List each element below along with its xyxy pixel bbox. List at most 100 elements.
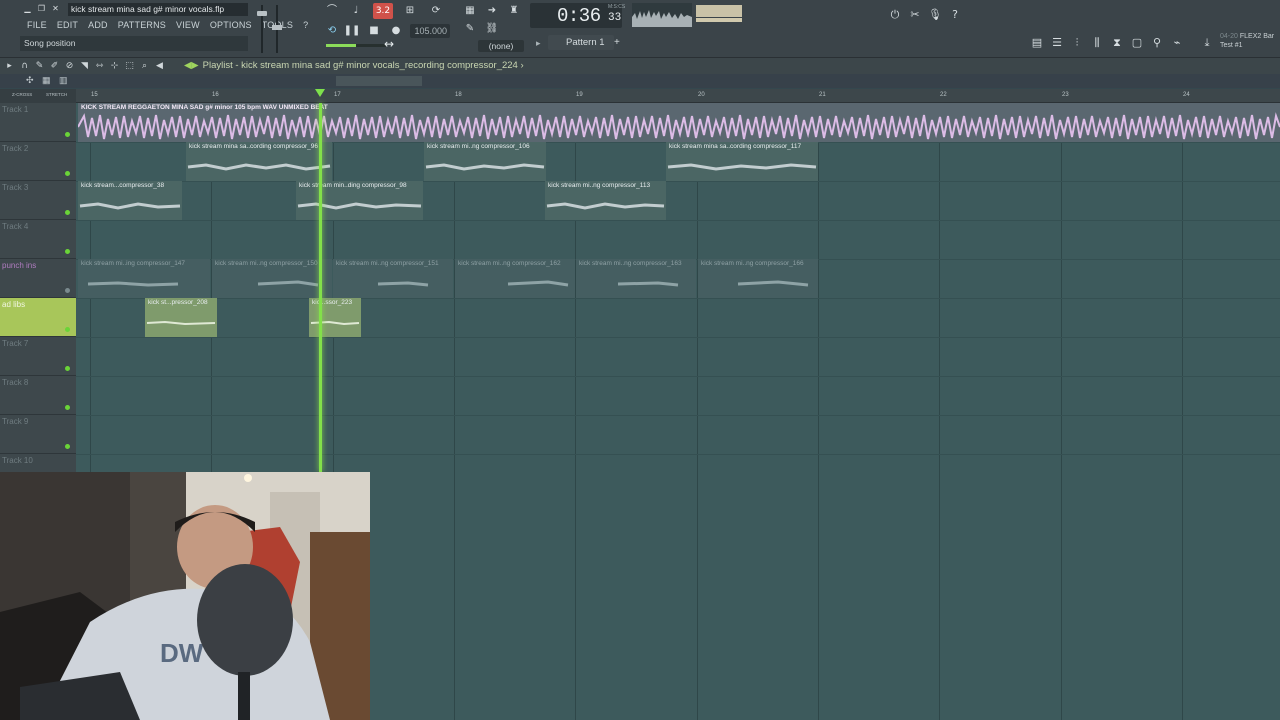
news-panel[interactable]: 04-20 FLEX2 Bar Test #1 [1220,32,1280,54]
menu-patterns[interactable]: PATTERNS [113,18,171,32]
song-position-marker[interactable] [315,89,325,97]
track-header-ad-libs[interactable]: ad libs [0,298,76,337]
step-next-icon[interactable]: ➜ [482,3,502,19]
typing-keyboard-icon[interactable]: ⌒ [322,3,342,19]
track-enable-led[interactable] [65,327,70,332]
menu-add[interactable]: ADD [83,18,113,32]
timeline-ruler[interactable]: 15 16 17 18 19 20 21 22 23 24 [76,89,1280,103]
clip-label: kick stream...compressor_38 [81,182,165,189]
snap-select[interactable]: (none) [478,40,524,52]
mixer-icon[interactable]: ⫼ [1088,34,1106,51]
slip-tool-icon[interactable]: ⇿ [94,60,105,72]
pause-icon[interactable]: ❚❚ [342,23,362,39]
playback-tool-icon[interactable]: ◀ [154,60,165,72]
track-header-9[interactable]: Track 9 [0,415,76,454]
blend-notes-icon[interactable]: ⊞ [400,3,420,19]
select-tool-icon[interactable]: ⬚ [124,60,135,72]
zoom-tool-icon[interactable]: ⌕ [139,60,150,72]
track-enable-led[interactable] [65,249,70,254]
track-header-2[interactable]: Track 2 [0,142,76,181]
track-enable-led[interactable] [65,210,70,215]
link-icon[interactable]: ⛓ [482,21,502,37]
online-icon[interactable]: ⏻ [886,6,904,23]
minimize-icon[interactable]: ▁ [22,4,33,14]
draw-tool-icon[interactable]: ✎ [34,60,45,72]
paint-tool-icon[interactable]: ✐ [49,60,60,72]
snap-magnet-icon[interactable]: ∩ [19,60,30,72]
microphone-icon[interactable]: 🎙 [926,6,944,23]
loop-record-icon[interactable]: ⟳ [426,3,446,19]
track-header-punch-ins[interactable]: punch ins [0,259,76,298]
track-enable-led[interactable] [65,444,70,449]
menu-options[interactable]: OPTIONS [205,18,257,32]
playlist-window-icon[interactable]: ▤ [1028,34,1046,51]
track-header-1[interactable]: Track 1 [0,103,76,142]
pattern-add-icon[interactable]: + [614,35,624,50]
track-header-3[interactable]: Track 3 [0,181,76,220]
menu-arrow-icon[interactable]: ▸ [4,60,15,72]
menu-view[interactable]: VIEW [171,18,205,32]
delete-tool-icon[interactable]: ⊘ [64,60,75,72]
clip-track2-vocal[interactable]: kick stream mi..ng compressor_106 [424,142,546,181]
main-pitch-bar[interactable] [326,44,386,47]
track-enable-led[interactable] [65,288,70,293]
tools-icon[interactable]: ✂ [906,6,924,23]
news-line1: FLEX2 Bar [1239,33,1275,40]
stretch-label[interactable]: STRETCH [46,92,67,97]
channel-rack-icon[interactable]: ☰ [1048,34,1066,51]
z-cross-label[interactable]: Z-CROSS [12,92,32,97]
clip-track2-vocal[interactable]: kick stream mina sa..cording compressor_… [186,142,332,181]
master-volume-slider[interactable] [256,5,268,53]
view-mode-icons[interactable]: ✣ ▦ ▥ [26,75,71,86]
track-header-8[interactable]: Track 8 [0,376,76,415]
track-enable-led[interactable] [65,405,70,410]
browser-icon[interactable]: ▢ [1128,34,1146,51]
menu-file[interactable]: FILE [22,18,52,32]
track-enable-led[interactable] [65,366,70,371]
clip-ad-lib[interactable]: kic...ssor_223 [309,298,361,337]
countdown-button[interactable]: 3.2 [373,3,393,19]
track-header-4[interactable]: Track 4 [0,220,76,259]
stop-icon[interactable]: ■ [364,23,384,39]
clip-track2-vocal[interactable]: kick stream mina sa..cording compressor_… [666,142,818,181]
piano-roll-window-icon[interactable]: ⫶ [1068,34,1086,51]
playhead[interactable] [319,103,322,472]
track-enable-led[interactable] [65,132,70,137]
pencil-icon[interactable]: ✎ [460,21,480,37]
clip-main-beat[interactable]: KICK STREAM REGGAETON MINA SAD g# minor … [78,103,1280,142]
clip-track3-vocal[interactable]: kick stream mi..ng compressor_113 [545,181,666,220]
track-name: Track 2 [2,144,29,153]
mixer-faders-icon[interactable]: ⧗ [1108,34,1126,51]
help-icon[interactable]: ? [946,6,964,23]
close-icon[interactable]: ✕ [50,4,61,14]
restore-icon[interactable]: ❐ [36,4,47,14]
memory-meter [696,18,742,22]
master-pitch-slider[interactable] [272,5,282,53]
plugin-database-icon[interactable]: ⚲ [1148,34,1166,51]
tempo-field[interactable]: 105.000 [410,24,450,38]
clip-track3-vocal[interactable]: kick stream min..ding compressor_98 [296,181,423,220]
horizontal-scroll-thumb[interactable] [336,76,422,86]
slice-tool-icon[interactable]: ⊹ [109,60,120,72]
oscilloscope-monitor [632,3,692,27]
track-name: Track 7 [2,339,29,348]
clip-ad-lib[interactable]: kick st...pressor_208 [145,298,217,337]
metronome-icon[interactable]: ♩ [346,3,366,19]
playlist-tools: ▸ ∩ ✎ ✐ ⊘ ◥ ⇿ ⊹ ⬚ ⌕ ◀ [4,60,165,72]
track-enable-led[interactable] [65,171,70,176]
song-time-display[interactable]: 0:36 M:S:CS 33 [530,3,625,28]
track-header-7[interactable]: Track 7 [0,337,76,376]
menu-help[interactable]: ? [298,18,313,32]
pattern-selector[interactable]: Pattern 1 [548,35,614,50]
playlist-scroll-bar[interactable]: ✣ ▦ ▥ [0,74,1280,88]
piano-roll-icon[interactable]: ▦ [460,3,480,19]
pattern-prev-icon[interactable]: ▸ [536,36,546,50]
mute-tool-icon[interactable]: ◥ [79,60,90,72]
audio-editor-icon[interactable]: ♜ [504,3,524,19]
bar-number: 19 [576,92,583,98]
pattern-song-toggle-icon[interactable]: ⟲ [322,23,342,39]
plugin-picker-icon[interactable]: ⌁ [1168,34,1186,51]
download-icon[interactable]: ⤓ [1198,34,1216,51]
clip-track3-vocal[interactable]: kick stream...compressor_38 [78,181,182,220]
menu-edit[interactable]: EDIT [52,18,83,32]
